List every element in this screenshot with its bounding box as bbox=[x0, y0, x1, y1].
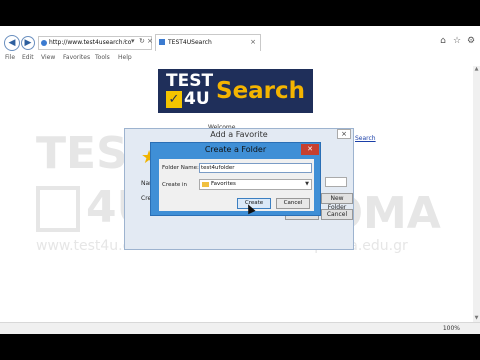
search-link[interactable]: Search bbox=[355, 135, 376, 142]
add-favorite-title: Add a Favorite bbox=[210, 130, 268, 139]
refresh-icon[interactable]: ↻ bbox=[139, 37, 145, 45]
logo-test-text: TEST bbox=[166, 71, 214, 91]
logo-4u-text: 4U bbox=[184, 89, 210, 109]
zoom-level[interactable]: 100% bbox=[443, 325, 460, 332]
tab-title: TEST4USearch bbox=[168, 39, 212, 46]
name-field[interactable] bbox=[325, 177, 347, 187]
check-icon: ✓ bbox=[166, 91, 182, 108]
cancel-button[interactable]: Cancel bbox=[276, 198, 310, 209]
screen-top-letterbox bbox=[0, 0, 480, 26]
address-text: http://www.test4usearch.co bbox=[49, 39, 132, 46]
folder-icon bbox=[202, 182, 209, 187]
folder-name-input[interactable]: test4ufolder bbox=[199, 163, 312, 173]
favorites-star-icon[interactable]: ☆ bbox=[452, 36, 462, 46]
new-folder-button[interactable]: New Folder bbox=[321, 193, 353, 211]
folder-name-label: Folder Name: bbox=[162, 165, 199, 171]
vertical-scrollbar[interactable]: ▲ ▼ bbox=[473, 66, 480, 334]
tab-favicon bbox=[159, 39, 165, 45]
create-folder-title: Create a Folder bbox=[204, 145, 267, 154]
create-folder-dialog: Create a Folder ✕ Folder Name: test4ufol… bbox=[150, 142, 321, 216]
address-row: ◀ ▶ http://www.test4usearch.co ⌕ ▾ ↻ × T… bbox=[0, 26, 480, 52]
gear-icon[interactable]: ⚙ bbox=[466, 36, 476, 46]
create-in-select[interactable]: Favorites ▼ bbox=[199, 179, 312, 190]
menu-view[interactable]: View bbox=[41, 54, 55, 61]
tab-close-icon[interactable]: × bbox=[250, 35, 256, 50]
chevron-down-icon: ▼ bbox=[305, 181, 309, 187]
dropdown-icon[interactable]: ▾ bbox=[131, 37, 135, 45]
create-in-folder-label: Create in bbox=[162, 182, 188, 188]
logo-4u: ✓ 4U bbox=[166, 90, 212, 109]
forward-button[interactable]: ▶ bbox=[21, 36, 35, 50]
create-folder-close-button[interactable]: ✕ bbox=[301, 144, 319, 155]
browser-window: ◀ ▶ http://www.test4usearch.co ⌕ ▾ ↻ × T… bbox=[0, 26, 480, 334]
stop-icon[interactable]: × bbox=[147, 37, 153, 45]
menu-bar: File Edit View Favorites Tools Help bbox=[0, 52, 480, 64]
menu-edit[interactable]: Edit bbox=[22, 54, 34, 61]
menu-favorites[interactable]: Favorites bbox=[63, 54, 90, 61]
scroll-down-icon[interactable]: ▼ bbox=[473, 315, 480, 322]
test4u-search-logo: TEST ✓ 4U Search bbox=[158, 69, 313, 113]
status-bar: 100% bbox=[0, 322, 480, 334]
create-folder-body: Folder Name: test4ufolder Create in Favo… bbox=[159, 159, 314, 211]
back-button[interactable]: ◀ bbox=[4, 35, 20, 51]
scroll-up-icon[interactable]: ▲ bbox=[473, 66, 480, 73]
logo-search-text: Search bbox=[216, 78, 306, 104]
tab-test4usearch[interactable]: TEST4USearch × bbox=[155, 34, 261, 51]
add-favorite-close-button[interactable]: × bbox=[337, 129, 351, 139]
menu-file[interactable]: File bbox=[5, 54, 15, 61]
create-in-value: Favorites bbox=[211, 181, 236, 187]
menu-tools[interactable]: Tools bbox=[95, 54, 110, 61]
search-icon[interactable]: ⌕ bbox=[123, 37, 127, 46]
site-icon bbox=[41, 40, 47, 46]
home-icon[interactable]: ⌂ bbox=[438, 36, 448, 46]
watermark-check-box bbox=[36, 186, 80, 232]
menu-help[interactable]: Help bbox=[118, 54, 132, 61]
cancel-favorite-button[interactable]: Cancel bbox=[321, 209, 353, 220]
